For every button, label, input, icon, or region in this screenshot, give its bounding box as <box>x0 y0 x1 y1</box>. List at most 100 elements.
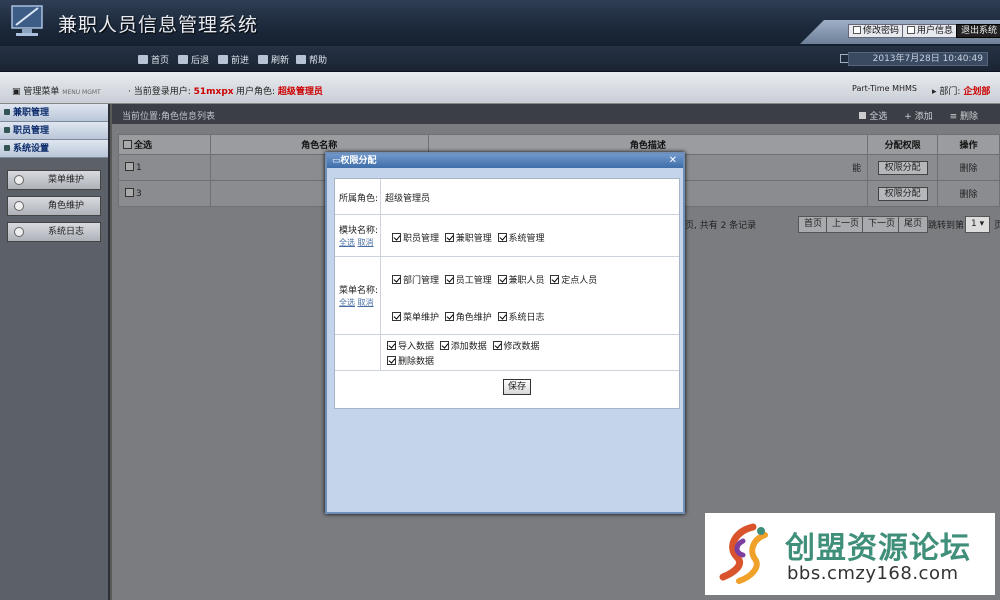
role-value: 超级管理员 <box>385 194 431 204</box>
delete-action[interactable]: ≡ 删除 <box>950 112 978 122</box>
checkbox-icon <box>125 188 134 197</box>
operation-checkbox[interactable]: 删除数据 <box>387 356 434 367</box>
save-button[interactable]: 保存 <box>503 379 532 395</box>
gear-icon <box>14 175 24 185</box>
sidebar-group-parttime[interactable]: 兼职管理 <box>0 104 108 122</box>
check-icon <box>497 275 507 284</box>
header-banner: 兼职人员信息管理系统 修改密码 用户信息 退出系统 <box>0 0 1000 46</box>
home-icon <box>138 55 148 64</box>
sidebar-item-system-log[interactable]: 系统日志 <box>7 222 101 242</box>
last-page-button[interactable]: 尾页 <box>898 216 929 233</box>
row-delete-link[interactable]: 删除 <box>937 180 1000 207</box>
check-icon <box>392 275 401 284</box>
check-icon <box>392 233 401 242</box>
user-role: 用户角色: 超级管理员 <box>236 87 323 97</box>
info-bar: ▣ 管理菜单 MENU MGMT · 当前登录用户: 51mxpx 用户角色: … <box>0 72 1000 104</box>
refresh-button[interactable]: 刷新 <box>258 53 289 66</box>
app-title: 兼职人员信息管理系统 <box>58 14 259 36</box>
forum-logo-icon <box>719 523 768 584</box>
operations-label <box>335 335 381 370</box>
module-row: 模块名称: 全选 取消 职员管理 兼职管理 系统管理 <box>335 215 679 257</box>
menu-checkbox[interactable]: 角色维护 <box>444 312 492 323</box>
user-icon <box>907 26 915 34</box>
checkbox-icon <box>123 140 132 149</box>
row-select[interactable]: 1 <box>118 154 211 181</box>
role-label: 所属角色: <box>335 179 381 214</box>
module-checkbox[interactable]: 系统管理 <box>497 233 545 244</box>
page-select[interactable]: 1 ▾ <box>965 216 991 233</box>
panel-title: 当前位置:角色信息列表 <box>122 112 216 122</box>
col-select-all[interactable]: 全选 <box>118 134 211 155</box>
sidebar-group-staff[interactable]: 职员管理 <box>0 122 108 140</box>
add-action[interactable]: + 添加 <box>904 112 932 122</box>
watermark-url: bbs.cmzy168.com <box>787 563 959 584</box>
sidebar-group-settings[interactable]: 系统设置 <box>0 140 108 158</box>
check-icon <box>387 356 396 365</box>
system-tag: Part-Time MHMS <box>852 84 917 93</box>
module-select-all-link[interactable]: 全选 <box>339 238 355 247</box>
datetime-display: 2013年7月28日 10:40:49 <box>848 52 988 66</box>
prev-page-button[interactable]: 上一页 <box>826 216 866 233</box>
menu-cancel-link[interactable]: 取消 <box>358 298 374 307</box>
menu-checkbox[interactable]: 菜单维护 <box>392 312 439 323</box>
select-all-action[interactable]: 全选 <box>859 112 887 122</box>
gear-icon <box>14 201 24 211</box>
page-suffix: 页 <box>994 221 1000 231</box>
menu-checkbox[interactable]: 员工管理 <box>444 275 492 286</box>
assign-permission-button[interactable]: 权限分配 <box>877 186 928 201</box>
module-label: 模块名称: 全选 取消 <box>335 215 381 256</box>
check-icon <box>492 341 502 350</box>
operation-checkbox-list-2: 删除数据 <box>387 354 434 367</box>
forward-button[interactable]: 前进 <box>218 53 249 66</box>
change-password-button[interactable]: 修改密码 <box>848 24 905 38</box>
jump-label: 跳转到第 <box>928 221 965 231</box>
operation-checkbox[interactable]: 添加数据 <box>439 341 487 352</box>
menu-label: 菜单名称: 全选 取消 <box>335 257 381 334</box>
check-icon <box>439 341 449 350</box>
group-icon <box>4 145 10 151</box>
row-select[interactable]: 3 <box>118 180 211 207</box>
sidebar-item-role-maintenance[interactable]: 角色维护 <box>7 196 101 216</box>
logout-button[interactable]: 退出系统 <box>956 24 1000 38</box>
check-icon <box>444 275 454 284</box>
watermark-title: 创盟资源论坛 <box>785 531 971 566</box>
sidebar-item-menu-maintenance[interactable]: 菜单维护 <box>7 170 101 190</box>
menu-checkbox[interactable]: 系统日志 <box>497 312 545 323</box>
first-page-button[interactable]: 首页 <box>798 216 829 233</box>
row-permission: 权限分配 <box>867 180 939 207</box>
checkbox-icon <box>859 112 867 119</box>
module-checkbox[interactable]: 兼职管理 <box>444 233 492 244</box>
operation-checkbox[interactable]: 修改数据 <box>492 341 540 352</box>
close-icon[interactable]: ✕ <box>669 154 677 168</box>
content-header: 当前位置:角色信息列表 全选 + 添加 ≡ 删除 <box>112 104 1000 124</box>
col-permission: 分配权限 <box>867 134 939 155</box>
sidebar: 兼职管理 职员管理 系统设置 菜单维护 角色维护 系统日志 <box>0 104 110 600</box>
menu-row: 菜单名称: 全选 取消 部门管理 员工管理 兼职人员 定点人员 菜单维护 角色维… <box>335 257 679 335</box>
menu-checkbox[interactable]: 兼职人员 <box>497 275 545 286</box>
row-delete-link[interactable]: 删除 <box>937 154 1000 181</box>
edit-icon <box>853 26 861 34</box>
module-checkbox-list: 职员管理 兼职管理 系统管理 <box>392 231 545 244</box>
back-button[interactable]: 后退 <box>178 53 209 66</box>
next-page-button[interactable]: 下一页 <box>862 216 902 233</box>
menu-checkbox[interactable]: 定点人员 <box>550 275 597 286</box>
menu-checkbox[interactable]: 部门管理 <box>392 275 439 286</box>
refresh-icon <box>258 55 268 64</box>
col-operation: 操作 <box>937 134 1000 155</box>
operation-checkbox[interactable]: 导入数据 <box>387 341 434 352</box>
forum-watermark: 创盟资源论坛 bbs.cmzy168.com <box>705 513 995 595</box>
content-actions: 全选 + 添加 ≡ 删除 <box>845 109 978 122</box>
check-icon <box>497 312 507 321</box>
gear-icon <box>14 227 24 237</box>
group-icon <box>4 127 10 133</box>
check-icon <box>387 341 396 350</box>
home-button[interactable]: 首页 <box>138 53 169 66</box>
module-cancel-link[interactable]: 取消 <box>358 238 374 247</box>
menu-checkbox-list-2: 菜单维护 角色维护 系统日志 <box>392 310 545 323</box>
user-info-button[interactable]: 用户信息 <box>902 24 959 38</box>
help-button[interactable]: 帮助 <box>296 53 327 66</box>
assign-permission-button[interactable]: 权限分配 <box>877 160 928 175</box>
check-icon <box>497 233 507 242</box>
menu-select-all-link[interactable]: 全选 <box>339 298 355 307</box>
module-checkbox[interactable]: 职员管理 <box>392 233 439 244</box>
